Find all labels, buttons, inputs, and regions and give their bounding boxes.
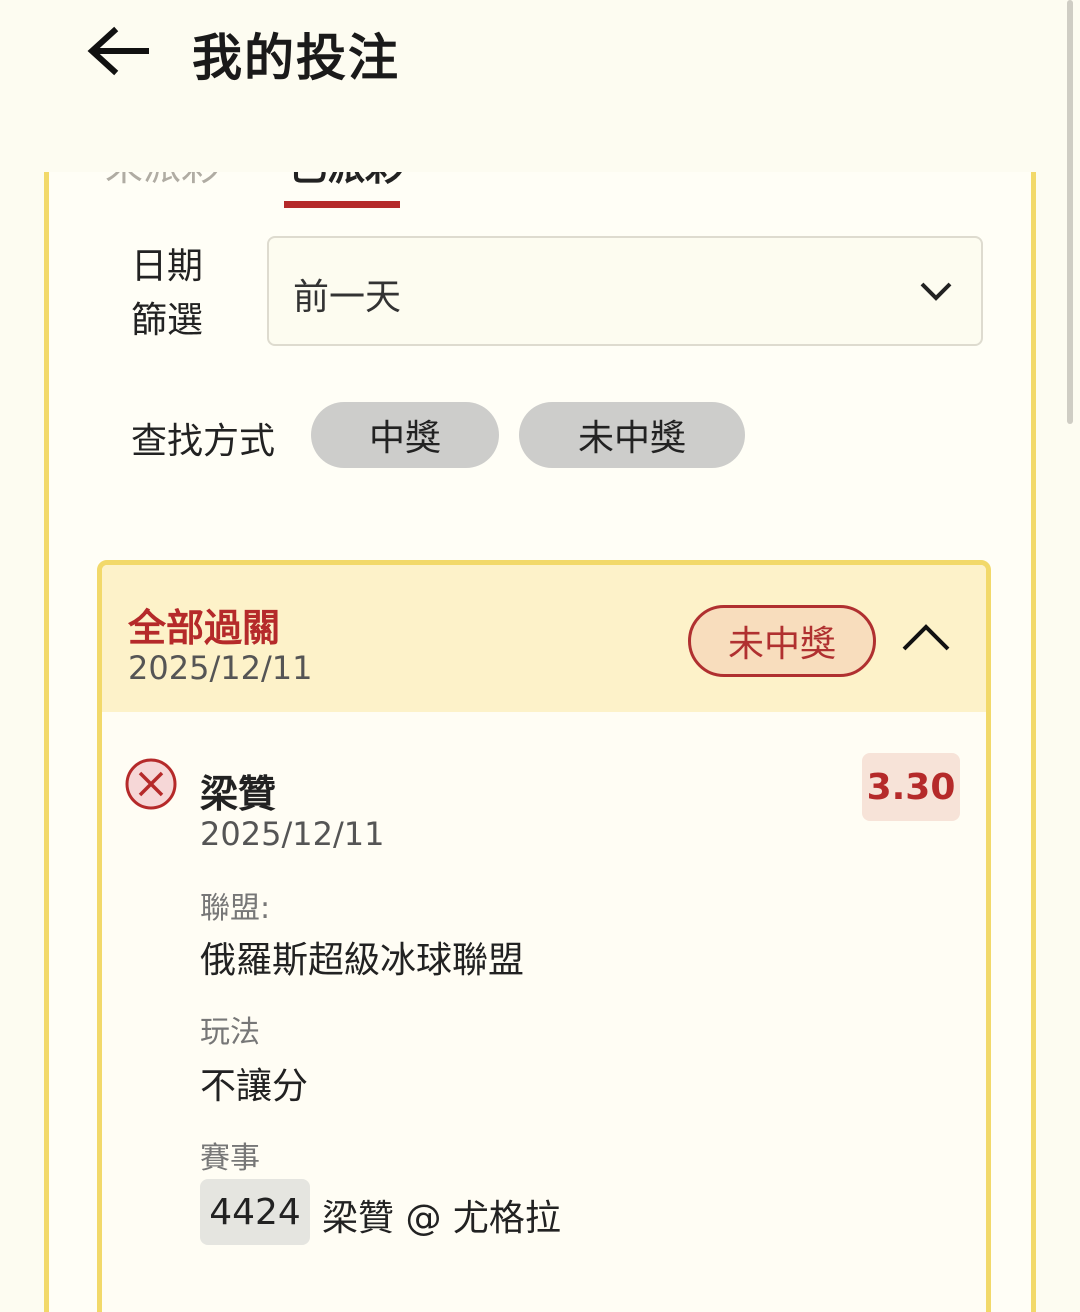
- selection-name: 梁贊: [200, 772, 277, 816]
- bets-panel: 未派彩 已派彩 日期 篩選 前一天 查找方式 中獎 未中獎 全部過關 2025/…: [44, 172, 1036, 1312]
- tab-settled[interactable]: 已派彩: [289, 172, 403, 191]
- league-value: 俄羅斯超級冰球聯盟: [200, 940, 525, 981]
- x-circle-icon: [125, 758, 177, 810]
- scrollbar-thumb[interactable]: [1067, 0, 1073, 424]
- event-label: 賽事: [200, 1141, 260, 1176]
- filter-won-button[interactable]: 中獎: [311, 402, 499, 468]
- arrow-left-icon: [87, 26, 149, 76]
- collapse-button[interactable]: [896, 611, 956, 661]
- market-value: 不讓分: [200, 1066, 309, 1107]
- event-code: 4424: [200, 1179, 310, 1245]
- top-bar: 我的投注: [0, 0, 1062, 172]
- event-name: 梁贊 @ 尤格拉: [322, 1198, 561, 1239]
- selection-date: 2025/12/11: [200, 815, 385, 853]
- page-title: 我的投注: [192, 29, 400, 87]
- chevron-up-icon: [902, 624, 950, 651]
- date-filter-label: 日期 篩選: [131, 246, 204, 341]
- tab-pending[interactable]: 未派彩: [105, 172, 219, 191]
- league-label: 聯盟:: [200, 891, 271, 926]
- bet-card-header[interactable]: 全部過關 2025/12/11 未中獎: [102, 565, 986, 712]
- chevron-down-icon: [920, 282, 952, 301]
- bet-date: 2025/12/11: [128, 649, 313, 687]
- date-filter-value: 前一天: [293, 277, 402, 318]
- search-mode-label: 查找方式: [131, 421, 276, 462]
- filter-lost-button[interactable]: 未中獎: [519, 402, 745, 468]
- odds-badge: 3.30: [862, 753, 960, 821]
- back-button[interactable]: [84, 22, 154, 80]
- scrollbar[interactable]: [1064, 0, 1080, 1293]
- bet-card: 全部過關 2025/12/11 未中獎 梁贊 3.30 2025/12/11 聯…: [97, 560, 991, 1312]
- date-filter-select[interactable]: 前一天: [267, 236, 983, 346]
- active-tab-indicator: [284, 201, 400, 208]
- market-label: 玩法: [200, 1015, 260, 1050]
- bet-type: 全部過關: [128, 606, 281, 650]
- status-badge: 未中獎: [688, 605, 876, 677]
